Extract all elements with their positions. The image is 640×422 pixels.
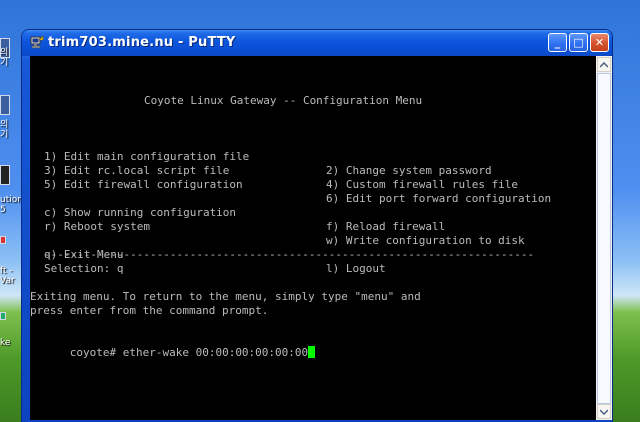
- close-icon: ✕: [594, 36, 605, 49]
- desktop-icon-label: 의 기: [0, 48, 9, 68]
- menu-item: l) Logout: [326, 262, 386, 275]
- menu-item: f) Reload firewall: [326, 220, 446, 233]
- menu-row: c) Show running configuration f) Reload …: [44, 192, 596, 233]
- maximize-icon: □: [573, 36, 584, 49]
- menu-item: r) Reboot system: [44, 220, 150, 233]
- putty-window: trim703.mine.nu - PuTTY _ □ ✕ Coyote Lin…: [22, 30, 612, 422]
- putty-icon: [30, 35, 44, 49]
- minimize-button[interactable]: _: [548, 33, 567, 52]
- desktop-icon[interactable]: [0, 312, 6, 320]
- title-bar[interactable]: trim703.mine.nu - PuTTY _ □ ✕: [22, 30, 612, 56]
- desktop-icon-label: ke: [0, 338, 11, 348]
- command-line[interactable]: coyote# ether-wake 00:00:00:00:00:00: [30, 332, 316, 359]
- desktop-icon-label: ft - Var: [0, 266, 15, 286]
- exit-message-line-2: press enter from the command prompt.: [30, 304, 269, 317]
- close-button[interactable]: ✕: [590, 33, 609, 52]
- scroll-up-button[interactable]: [597, 57, 611, 72]
- menu-header: Coyote Linux Gateway -- Configuration Me…: [144, 94, 423, 107]
- menu-item: 4) Custom firewall rules file: [326, 178, 519, 191]
- window-title: trim703.mine.nu - PuTTY: [48, 35, 236, 50]
- command-prompt: coyote# ether-wake 00:00:00:00:00:00: [69, 346, 309, 359]
- menu-row: 3) Edit rc.local script file 4) Custom f…: [44, 150, 596, 191]
- menu-item: 5) Edit firewall configuration: [44, 178, 243, 191]
- menu-separator: ----------------------------------------…: [44, 248, 535, 261]
- desktop-icon[interactable]: [0, 236, 6, 244]
- desktop-icon[interactable]: [0, 95, 10, 115]
- scroll-thumb[interactable]: [597, 73, 611, 404]
- desktop-icon-label: ution 5: [0, 195, 23, 215]
- minimize-icon: _: [554, 36, 561, 49]
- menu-row: q) Exit Menu l) Logout: [44, 234, 596, 275]
- desktop-icon[interactable]: [0, 165, 10, 185]
- arrow-up-icon: [599, 61, 609, 68]
- vertical-scrollbar[interactable]: [596, 56, 612, 420]
- maximize-button[interactable]: □: [569, 33, 588, 52]
- scroll-down-button[interactable]: [597, 404, 611, 419]
- menu-row: 5) Edit firewall configuration 6) Edit p…: [44, 164, 596, 205]
- text-cursor: [308, 346, 316, 358]
- menu-row: r) Reboot system w) Write configuration …: [44, 206, 596, 247]
- selection-line: Selection: q: [44, 262, 124, 275]
- exit-message-line-1: Exiting menu. To return to the menu, sim…: [30, 290, 421, 303]
- menu-row: 1) Edit main configuration file 2) Chang…: [44, 136, 596, 177]
- desktop-icon-label: 의 기: [0, 120, 9, 140]
- terminal-screen[interactable]: Coyote Linux Gateway -- Configuration Me…: [30, 56, 596, 420]
- arrow-down-icon: [599, 409, 609, 416]
